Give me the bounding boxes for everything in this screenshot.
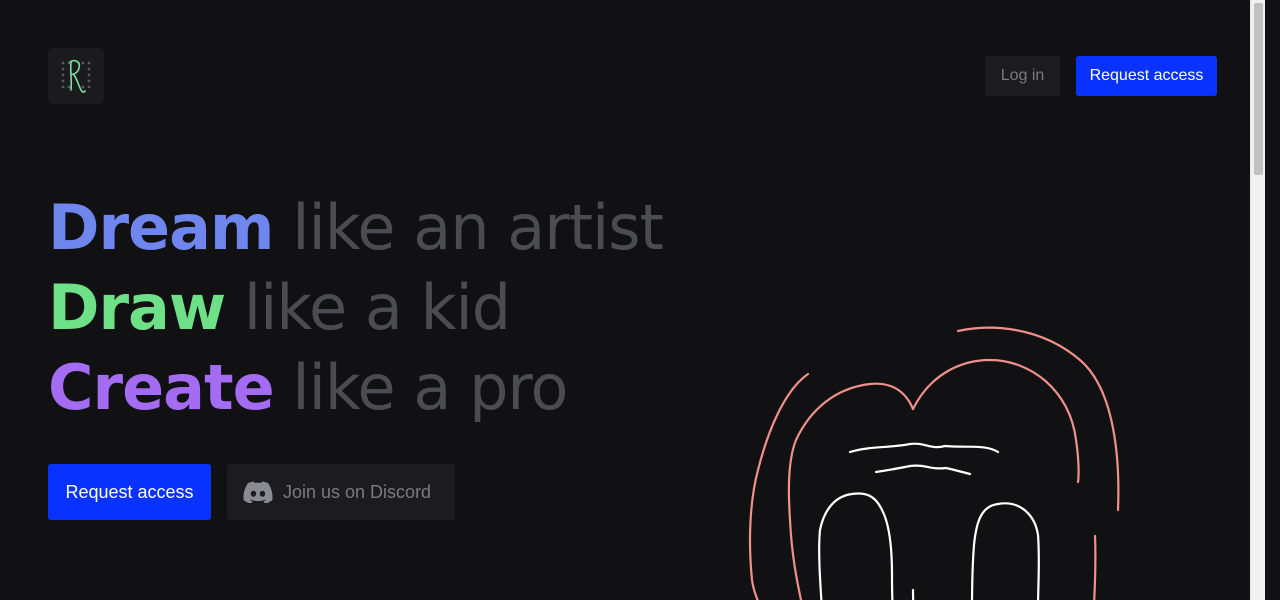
headline-draw-word: Draw [48,271,226,344]
request-access-button-header[interactable]: Request access [1076,56,1217,96]
landing-page: Log in Request access Dream like an arti… [0,0,1265,600]
discord-icon [243,481,273,503]
discord-button-label: Join us on Discord [283,481,432,502]
request-access-button[interactable]: Request access [48,464,211,520]
scrollbar[interactable] [1250,0,1265,600]
headline-draw-rest: like a kid [243,271,511,344]
login-button[interactable]: Log in [985,56,1060,96]
discord-button[interactable]: Join us on Discord [227,464,455,520]
hand-drawn-sketch [748,326,1120,600]
headline-create-rest: like a pro [292,351,568,424]
scrollbar-thumb[interactable] [1254,3,1263,175]
headline-line-draw: Draw like a kid [48,268,663,348]
headline-create-word: Create [48,351,275,424]
headline-dream-word: Dream [48,191,275,264]
hero-headline: Dream like an artist Draw like a kid Cre… [48,188,664,428]
headline-line-create: Create like a pro [48,348,663,428]
headline-line-dream: Dream like an artist [48,188,664,268]
headline-dream-rest: like an artist [292,191,664,264]
app-logo-icon [61,59,91,93]
app-logo[interactable] [48,48,104,104]
